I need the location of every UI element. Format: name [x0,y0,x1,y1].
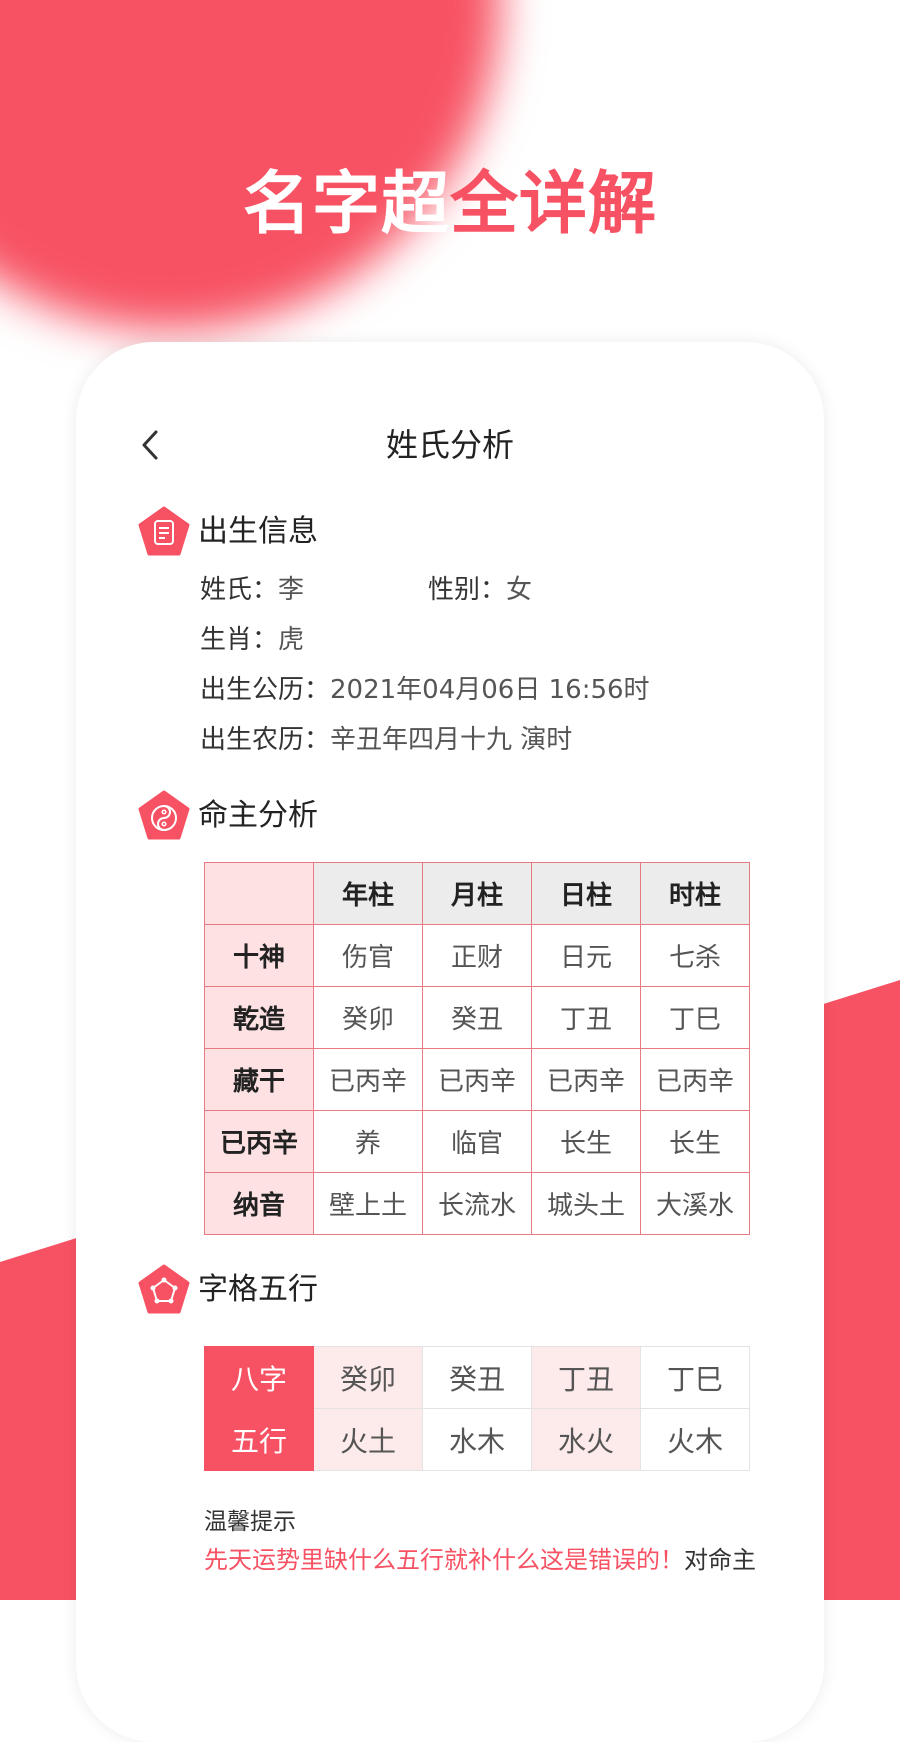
header-corner [204,862,314,925]
table-cell: 水火 [531,1408,641,1471]
column-header: 时柱 [640,862,750,925]
column-header: 月柱 [422,862,532,925]
yin-yang-icon [138,790,190,840]
table-cell: 已丙辛 [531,1048,641,1111]
solar-date-label: 出生公历： [200,675,331,705]
table-cell: 火土 [313,1408,423,1471]
table-cell: 丁巳 [640,986,750,1049]
table-cell: 长生 [640,1110,750,1173]
tip-rest: 对命主 [684,1546,756,1574]
page-title: 姓氏分析 [385,426,514,464]
solar-date-value: 2021年04月06日 16:56时 [330,675,650,705]
lunar-date-row: 出生农历：辛丑年四月十九 演时 [200,722,572,758]
section-title: 命主分析 [198,798,318,833]
table-cell: 已丙辛 [313,1048,423,1111]
promo-headline-red: 全详解 [450,165,658,244]
table-cell: 已丙辛 [640,1048,750,1111]
table-row: 已丙辛 养 临官 长生 长生 [204,1110,750,1173]
table-cell: 壁上土 [313,1172,423,1235]
solar-date-row: 出生公历：2021年04月06日 16:56时 [200,672,650,708]
table-cell: 长流水 [422,1172,532,1235]
table-cell: 城头土 [531,1172,641,1235]
promo-headline-white: 名字超 [242,165,450,244]
column-header: 日柱 [531,862,641,925]
table-row: 五行 火土 水木 水火 火木 [204,1408,750,1471]
table-row: 十神 伤官 正财 日元 七杀 [204,924,750,987]
surname-value: 李 [278,575,305,605]
section-title: 字格五行 [198,1272,318,1307]
lunar-date-label: 出生农历： [200,725,331,755]
table-cell: 癸丑 [422,986,532,1049]
table-row: 乾造 癸卯 癸丑 丁丑 丁巳 [204,986,750,1049]
table-cell: 火木 [640,1408,750,1471]
row-header: 已丙辛 [204,1110,314,1173]
table-row: 纳音 壁上土 长流水 城头土 大溪水 [204,1172,750,1235]
table-cell: 癸丑 [422,1346,532,1409]
table-cell: 癸卯 [313,986,423,1049]
lunar-date-value: 辛丑年四月十九 演时 [330,725,573,755]
surname-row: 姓氏：李 [200,572,304,608]
row-header: 藏干 [204,1048,314,1111]
chevron-left-icon[interactable] [134,428,168,462]
table-cell: 日元 [531,924,641,987]
row-header: 八字 [204,1346,314,1409]
tip-highlight: 先天运势里缺什么五行就补什么这是错误的！ [204,1546,684,1574]
table-row: 八字 癸卯 癸丑 丁丑 丁巳 [204,1346,750,1409]
row-header: 五行 [204,1408,314,1471]
table-cell: 养 [313,1110,423,1173]
zodiac-row: 生肖：虎 [200,622,304,658]
surname-label: 姓氏： [200,575,279,605]
table-row: 藏干 已丙辛 已丙辛 已丙辛 已丙辛 [204,1048,750,1111]
table-cell: 水木 [422,1408,532,1471]
table-cell: 丁丑 [531,986,641,1049]
table-cell: 伤官 [313,924,423,987]
table-cell: 临官 [422,1110,532,1173]
nav-bar: 姓氏分析 [76,420,824,470]
row-header: 十神 [204,924,314,987]
column-header: 年柱 [313,862,423,925]
tip-body: 先天运势里缺什么五行就补什么这是错误的！对命主 [204,1540,756,1575]
row-header: 纳音 [204,1172,314,1235]
pentagon-nodes-icon [138,1264,190,1314]
tip-heading: 温馨提示 [204,1509,296,1535]
phone-card: 姓氏分析 出生信息 姓氏：李 性别：女 生肖：虎 出生公历：2021年04月06… [76,342,824,1742]
table-cell: 正财 [422,924,532,987]
destiny-table: 年柱 月柱 日柱 时柱 十神 伤官 正财 日元 七杀 乾造 癸卯 癸丑 丁丑 丁… [204,862,750,1235]
zodiac-value: 虎 [278,625,305,655]
gender-label: 性别： [428,575,507,605]
gender-value: 女 [506,575,533,605]
gender-row: 性别：女 [428,572,532,608]
table-cell: 大溪水 [640,1172,750,1235]
section-title: 出生信息 [198,514,318,549]
row-header: 乾造 [204,986,314,1049]
table-cell: 七杀 [640,924,750,987]
table-cell: 已丙辛 [422,1048,532,1111]
zodiac-label: 生肖： [200,625,279,655]
wuxing-table: 八字 癸卯 癸丑 丁丑 丁巳 五行 火土 水木 水火 火木 [204,1346,750,1471]
table-cell: 癸卯 [313,1346,423,1409]
table-cell: 丁巳 [640,1346,750,1409]
table-cell: 丁丑 [531,1346,641,1409]
promo-headline: 名字超全详解 [0,148,900,247]
table-cell: 长生 [531,1110,641,1173]
document-icon [138,506,190,556]
table-header-row: 年柱 月柱 日柱 时柱 [204,862,750,925]
